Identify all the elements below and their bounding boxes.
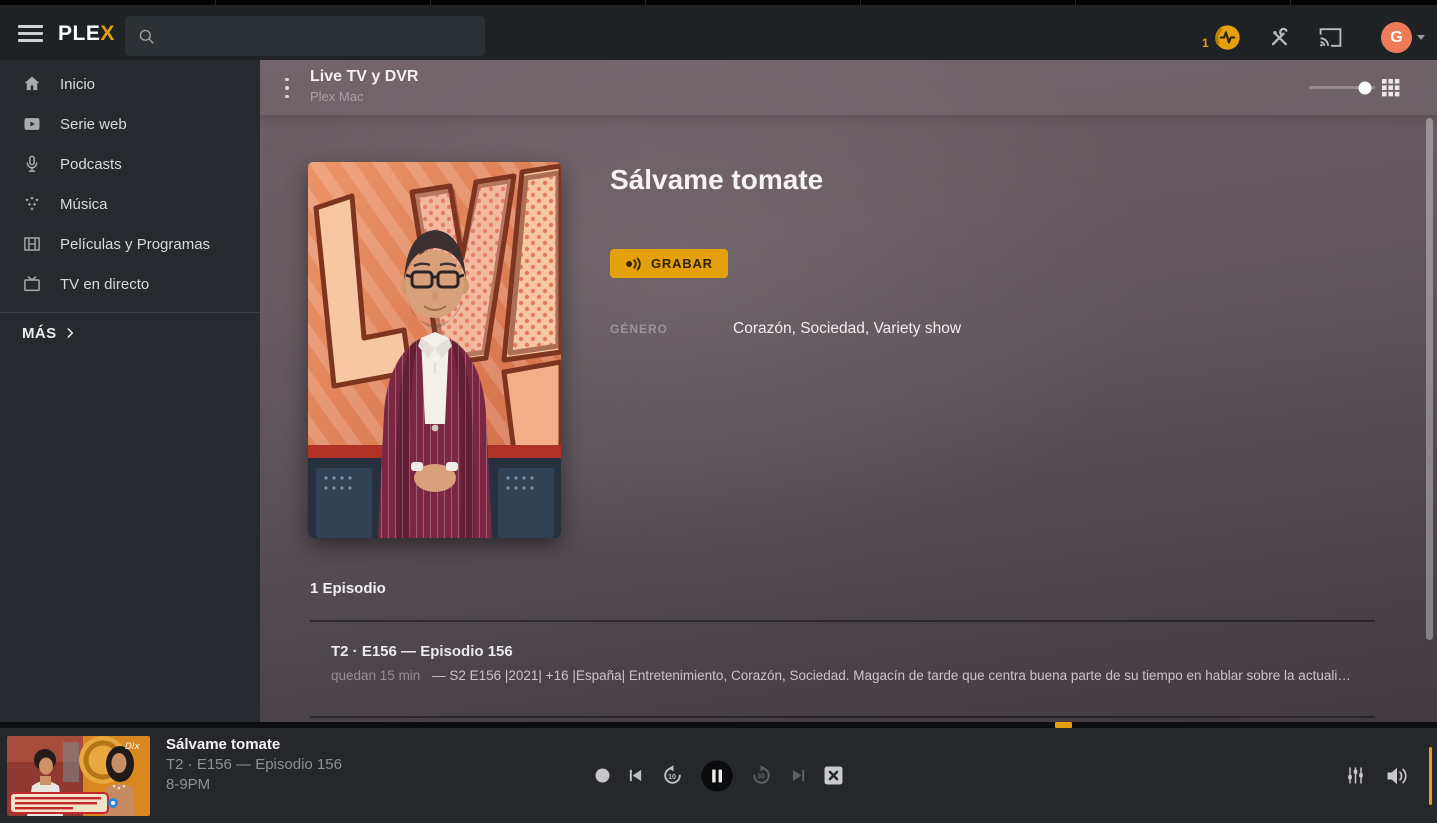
server-name: Plex Mac: [310, 89, 363, 104]
record-icon: [625, 257, 643, 271]
music-icon: [22, 194, 42, 214]
sidebar-item-podcasts[interactable]: Podcasts: [0, 144, 260, 184]
size-slider[interactable]: [1309, 86, 1375, 89]
episode-meta: — S2 E156 |2021| +16 |España| Entretenim…: [432, 668, 1351, 683]
svg-text:Dlx: Dlx: [125, 742, 140, 752]
divider: [310, 620, 1375, 622]
sidebar-item-label: Podcasts: [60, 156, 122, 173]
top-bar: PLEX 1 G: [0, 5, 1437, 60]
equalizer-settings-icon[interactable]: [1346, 766, 1365, 785]
sidebar-item-peliculas[interactable]: Películas y Programas: [0, 224, 260, 264]
sidebar-item-label: Películas y Programas: [60, 236, 210, 253]
now-playing-info: Sálvame tomate T2 · E156 — Episodio 156 …: [166, 735, 342, 795]
avatar[interactable]: G: [1381, 22, 1412, 53]
activity-count-badge: 1: [1202, 36, 1209, 50]
rewind-10-icon[interactable]: 10: [661, 764, 684, 787]
home-icon: [22, 74, 42, 94]
show-poster[interactable]: [308, 162, 561, 538]
kebab-menu-icon[interactable]: [282, 75, 292, 101]
avatar-caret-icon[interactable]: [1417, 35, 1425, 40]
genre-label: GÉNERO: [610, 322, 733, 336]
player-bar: Dlx Sálvame tomate T2 · E156 — Episodio …: [0, 728, 1437, 823]
menu-icon[interactable]: [18, 25, 43, 42]
now-playing-episode: T2 · E156 — Episodio 156: [166, 755, 342, 775]
sidebar-item-label: TV en directo: [60, 276, 149, 293]
volume-slider[interactable]: [1429, 747, 1432, 805]
record-button-label: GRABAR: [651, 256, 713, 271]
episode-time-remaining: quedan 15 min: [331, 668, 420, 683]
show-title: Sálvame tomate: [610, 164, 823, 196]
chevron-right-icon: [63, 326, 77, 340]
forward-30-icon[interactable]: 30: [750, 764, 773, 787]
genre-value[interactable]: Corazón, Sociedad, Variety show: [733, 320, 961, 338]
divider: [310, 716, 1375, 718]
main-content: Live TV y DVR Plex Mac: [260, 60, 1437, 722]
episode-title[interactable]: T2 · E156 — Episodio 156: [331, 643, 513, 660]
volume-icon[interactable]: [1386, 766, 1410, 786]
sidebar: Inicio Serie web Podcasts Música: [0, 60, 260, 722]
player-right-controls: [1346, 728, 1410, 823]
sidebar-item-inicio[interactable]: Inicio: [0, 64, 260, 104]
web-series-icon: [22, 114, 42, 134]
svg-text:30: 30: [757, 773, 765, 781]
episode-count-heading: 1 Episodio: [310, 580, 386, 597]
sidebar-item-serie-web[interactable]: Serie web: [0, 104, 260, 144]
tools-icon[interactable]: [1268, 26, 1291, 49]
activity-icon[interactable]: [1214, 24, 1241, 51]
svg-text:10: 10: [668, 773, 676, 781]
size-slider-handle[interactable]: [1359, 81, 1372, 94]
sidebar-more-button[interactable]: MÁS: [0, 313, 260, 353]
grid-view-icon[interactable]: [1382, 79, 1400, 97]
sidebar-item-tv-directo[interactable]: TV en directo: [0, 264, 260, 304]
record-toggle-icon[interactable]: [595, 768, 610, 783]
film-icon: [22, 234, 42, 254]
content-scrollbar[interactable]: [1426, 118, 1433, 640]
search-input[interactable]: [164, 27, 473, 45]
now-playing-time: 8-9PM: [166, 775, 342, 795]
plex-logo[interactable]: PLEX: [58, 22, 115, 46]
content-header: Live TV y DVR Plex Mac: [260, 60, 1437, 115]
previous-icon[interactable]: [627, 767, 644, 784]
episode-row[interactable]: T2 · E156 — Episodio 156 quedan 15 min —…: [310, 630, 1375, 716]
sidebar-item-label: Inicio: [60, 76, 95, 93]
record-button[interactable]: GRABAR: [610, 249, 728, 278]
now-playing-thumbnail[interactable]: Dlx: [7, 736, 150, 816]
next-icon[interactable]: [790, 767, 807, 784]
sidebar-item-label: Serie web: [60, 116, 127, 133]
episode-description: quedan 15 min — S2 E156 |2021| +16 |Espa…: [331, 668, 1351, 683]
tv-icon: [22, 274, 42, 294]
genre-row: GÉNERO Corazón, Sociedad, Variety show: [610, 320, 961, 338]
sidebar-item-label: Música: [60, 196, 108, 213]
library-title: Live TV y DVR: [310, 68, 418, 86]
stop-icon[interactable]: [824, 766, 843, 785]
pause-icon[interactable]: [701, 760, 733, 792]
search-box[interactable]: [125, 16, 485, 56]
search-icon: [137, 27, 156, 46]
cast-icon[interactable]: [1318, 27, 1343, 48]
sidebar-item-musica[interactable]: Música: [0, 184, 260, 224]
player-controls: 10 30: [595, 728, 843, 823]
microphone-icon: [22, 154, 42, 174]
now-playing-title[interactable]: Sálvame tomate: [166, 735, 342, 755]
